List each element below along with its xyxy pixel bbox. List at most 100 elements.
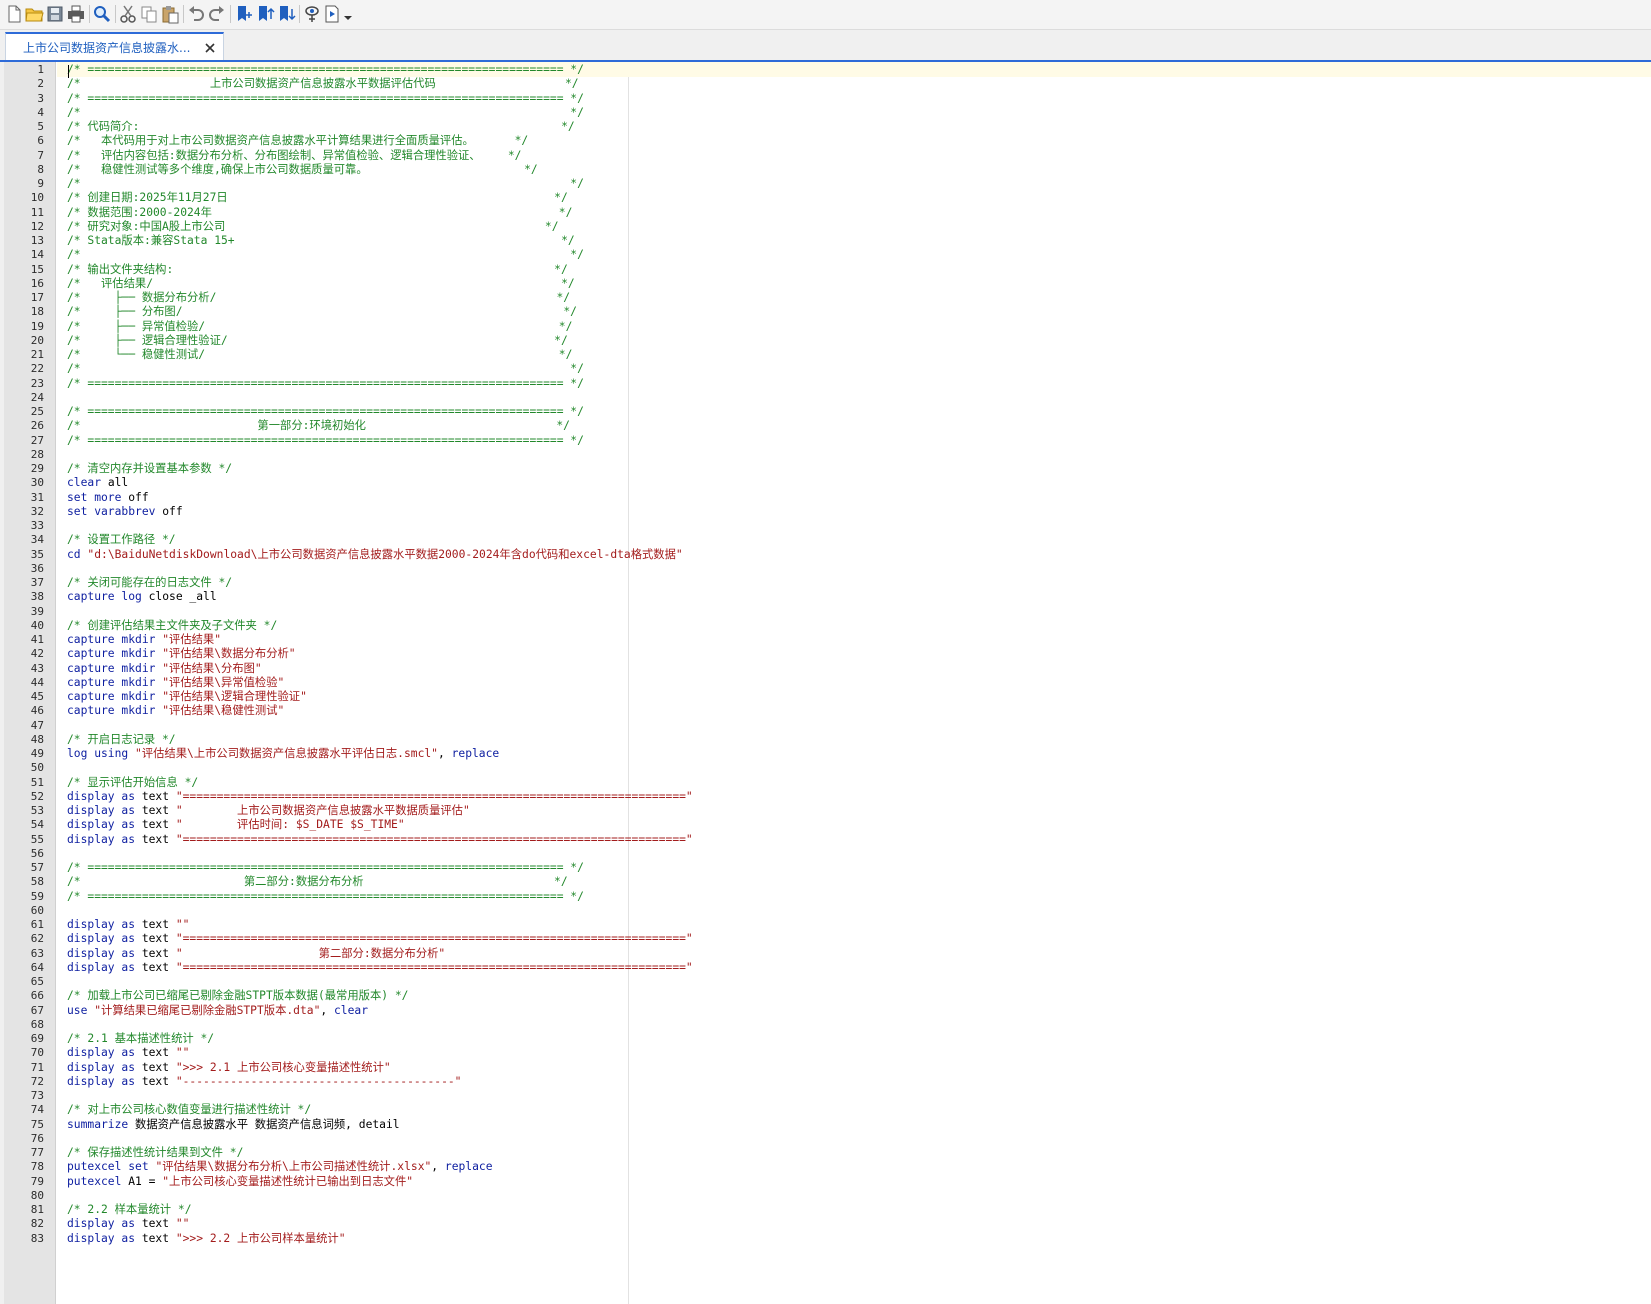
code-line[interactable]: /* 研究对象:中国A股上市公司 */ — [67, 219, 559, 234]
line-number[interactable]: 74 — [4, 1102, 44, 1117]
code-line[interactable]: /* Stata版本:兼容Stata 15+ */ — [67, 233, 575, 248]
line-number[interactable]: 78 — [4, 1159, 44, 1174]
line-number[interactable]: 46 — [4, 703, 44, 718]
code-editor[interactable]: /* =====================================… — [57, 62, 1651, 1304]
code-line[interactable]: cd "d:\BaiduNetdiskDownload\上市公司数据资产信息披露… — [67, 547, 683, 562]
view-data-icon[interactable] — [302, 4, 322, 24]
line-number[interactable]: 6 — [4, 133, 44, 148]
line-number[interactable]: 23 — [4, 376, 44, 391]
line-number[interactable]: 51 — [4, 775, 44, 790]
code-line[interactable]: /* =====================================… — [67, 91, 584, 106]
code-line[interactable]: display as text " 第二部分:数据分布分析" — [67, 946, 445, 961]
line-number[interactable]: 12 — [4, 219, 44, 234]
line-number[interactable]: 40 — [4, 618, 44, 633]
code-line[interactable]: display as text "-----------------------… — [67, 1074, 461, 1089]
line-number[interactable]: 76 — [4, 1131, 44, 1146]
code-line[interactable]: /* 创建评估结果主文件夹及子文件夹 */ — [67, 618, 277, 633]
line-number[interactable]: 58 — [4, 874, 44, 889]
code-line[interactable]: capture mkdir "评估结果" — [67, 632, 221, 647]
line-number[interactable]: 30 — [4, 475, 44, 490]
code-line[interactable]: putexcel A1 = "上市公司核心变量描述性统计已输出到日志文件" — [67, 1174, 413, 1189]
line-number[interactable]: 35 — [4, 547, 44, 562]
paste-icon[interactable] — [160, 4, 180, 24]
line-number[interactable]: 5 — [4, 119, 44, 134]
line-number[interactable]: 72 — [4, 1074, 44, 1089]
line-number[interactable]: 44 — [4, 675, 44, 690]
line-number[interactable]: 59 — [4, 889, 44, 904]
line-number[interactable]: 43 — [4, 661, 44, 676]
code-line[interactable]: display as text " 上市公司数据资产信息披露水平数据质量评估" — [67, 803, 470, 818]
line-number[interactable]: 77 — [4, 1145, 44, 1160]
code-line[interactable]: /* */ — [67, 247, 584, 262]
line-number[interactable]: 10 — [4, 190, 44, 205]
line-number[interactable]: 60 — [4, 903, 44, 918]
code-line[interactable]: /* =====================================… — [67, 889, 584, 904]
code-line[interactable]: /* 创建日期:2025年11月27日 */ — [67, 190, 568, 205]
line-number[interactable]: 33 — [4, 518, 44, 533]
code-line[interactable]: /* ├── 异常值检验/ */ — [67, 319, 572, 334]
line-number[interactable]: 20 — [4, 333, 44, 348]
code-line[interactable]: use "计算结果已缩尾已剔除金融STPT版本.dta", clear — [67, 1003, 368, 1018]
line-number[interactable]: 79 — [4, 1174, 44, 1189]
code-line[interactable]: /* =====================================… — [67, 860, 584, 875]
line-number[interactable]: 71 — [4, 1060, 44, 1075]
line-number[interactable]: 32 — [4, 504, 44, 519]
code-line[interactable]: capture log close _all — [67, 589, 217, 604]
line-number[interactable]: 69 — [4, 1031, 44, 1046]
code-line[interactable]: /* ├── 分布图/ */ — [67, 304, 577, 319]
code-line[interactable]: /* 加载上市公司已缩尾已剔除金融STPT版本数据(最常用版本) */ — [67, 988, 408, 1003]
line-number[interactable]: 55 — [4, 832, 44, 847]
line-number[interactable]: 57 — [4, 860, 44, 875]
code-line[interactable]: capture mkdir "评估结果\分布图" — [67, 661, 262, 676]
line-number[interactable]: 31 — [4, 490, 44, 505]
line-number[interactable]: 63 — [4, 946, 44, 961]
find-icon[interactable] — [92, 4, 112, 24]
code-line[interactable]: /* 2.1 基本描述性统计 */ — [67, 1031, 214, 1046]
code-line[interactable]: capture mkdir "评估结果\数据分布分析" — [67, 646, 296, 661]
line-number[interactable]: 7 — [4, 148, 44, 163]
line-number[interactable]: 24 — [4, 390, 44, 405]
code-line[interactable]: /* 2.2 样本量统计 */ — [67, 1202, 192, 1217]
code-line[interactable]: /* 第二部分:数据分布分析 */ — [67, 874, 568, 889]
code-line[interactable]: /* 代码简介: */ — [67, 119, 575, 134]
code-line[interactable]: /* ├── 逻辑合理性验证/ */ — [67, 333, 568, 348]
code-line[interactable]: /* 保存描述性统计结果到文件 */ — [67, 1145, 243, 1160]
line-number[interactable]: 68 — [4, 1017, 44, 1032]
code-line[interactable]: capture mkdir "评估结果\异常值检验" — [67, 675, 284, 690]
code-line[interactable]: display as text "=======================… — [67, 832, 693, 847]
code-line[interactable]: /* 开启日志记录 */ — [67, 732, 176, 747]
code-line[interactable]: /* =====================================… — [57, 62, 1651, 77]
code-line[interactable]: display as text "=======================… — [67, 931, 693, 946]
line-number[interactable]: 65 — [4, 974, 44, 989]
code-line[interactable]: /* 对上市公司核心数值变量进行描述性统计 */ — [67, 1102, 311, 1117]
code-line[interactable]: /* =====================================… — [67, 376, 584, 391]
line-number[interactable]: 36 — [4, 561, 44, 576]
code-line[interactable]: /* 显示评估开始信息 */ — [67, 775, 198, 790]
line-number[interactable]: 16 — [4, 276, 44, 291]
previous-bookmark-icon[interactable] — [255, 4, 275, 24]
code-line[interactable]: /* */ — [67, 176, 584, 191]
line-number[interactable]: 27 — [4, 433, 44, 448]
code-line[interactable]: capture mkdir "评估结果\逻辑合理性验证" — [67, 689, 307, 704]
code-line[interactable]: display as text "" — [67, 1216, 189, 1231]
code-line[interactable]: /* 评估内容包括:数据分布分析、分布图绘制、异常值检验、逻辑合理性验证、 */ — [67, 148, 521, 163]
line-number[interactable]: 52 — [4, 789, 44, 804]
line-number[interactable]: 50 — [4, 760, 44, 775]
line-number[interactable]: 70 — [4, 1045, 44, 1060]
code-line[interactable]: /* ├── 数据分布分析/ */ — [67, 290, 570, 305]
code-line[interactable]: display as text "" — [67, 1045, 189, 1060]
code-line[interactable]: /* 数据范围:2000-2024年 */ — [67, 205, 572, 220]
line-number[interactable]: 53 — [4, 803, 44, 818]
line-number[interactable]: 41 — [4, 632, 44, 647]
code-line[interactable]: clear all — [67, 475, 128, 490]
line-number[interactable]: 2 — [4, 76, 44, 91]
code-line[interactable]: /* =====================================… — [67, 433, 584, 448]
line-number[interactable]: 4 — [4, 105, 44, 120]
line-number[interactable]: 13 — [4, 233, 44, 248]
line-number[interactable]: 37 — [4, 575, 44, 590]
line-number[interactable]: 18 — [4, 304, 44, 319]
line-number[interactable]: 80 — [4, 1188, 44, 1203]
line-number[interactable]: 11 — [4, 205, 44, 220]
code-line[interactable]: log using "评估结果\上市公司数据资产信息披露水平评估日志.smcl"… — [67, 746, 499, 761]
code-line[interactable]: /* 关闭可能存在的日志文件 */ — [67, 575, 232, 590]
